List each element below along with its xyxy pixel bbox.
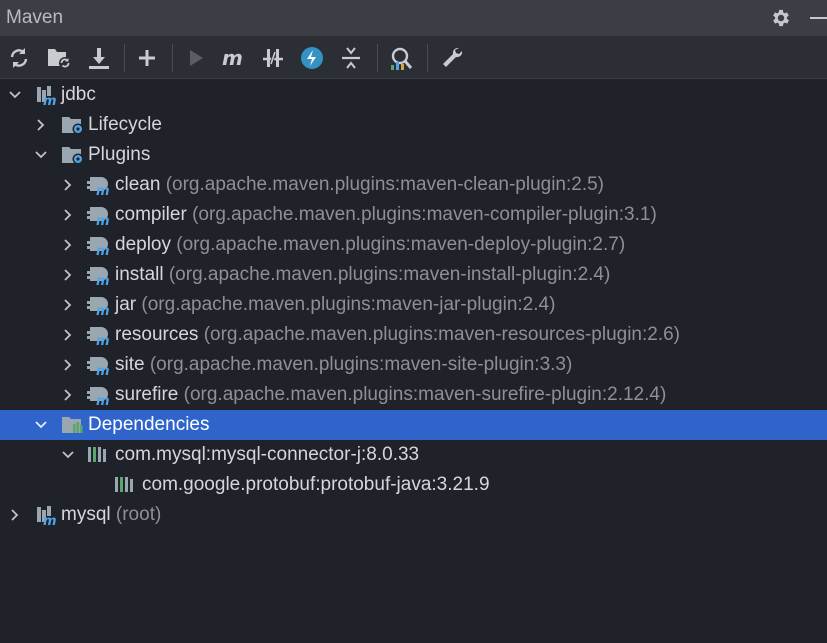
reload-all-icon[interactable] <box>6 45 32 71</box>
project-root-tag: (root) <box>115 504 162 525</box>
minimize-icon[interactable] <box>810 17 827 19</box>
chevron-right-icon[interactable] <box>60 237 76 253</box>
tree-node-project[interactable]: m mysql (root) <box>0 500 827 530</box>
maven-plugin-icon: m <box>87 387 110 406</box>
run-icon[interactable] <box>183 45 209 71</box>
svg-text:m: m <box>222 46 243 70</box>
plugin-name: clean <box>115 174 161 195</box>
toolbar-separator <box>427 44 428 72</box>
tree-node-plugin[interactable]: m site (org.apache.maven.plugins:maven-s… <box>0 350 827 380</box>
tool-window-header: Maven <box>0 0 827 36</box>
chevron-right-icon[interactable] <box>60 387 76 403</box>
chevron-right-icon[interactable] <box>33 117 49 133</box>
dependencies-folder-icon <box>62 417 83 433</box>
plugins-folder-icon <box>62 147 84 165</box>
library-icon <box>115 477 133 492</box>
plugin-coordinates: (org.apache.maven.plugins:maven-resource… <box>203 324 681 345</box>
svg-text:m: m <box>96 334 110 346</box>
svg-text:m: m <box>96 214 110 226</box>
plugin-coordinates: (org.apache.maven.plugins:maven-compiler… <box>192 204 657 225</box>
chevron-right-icon[interactable] <box>60 327 76 343</box>
tree-node-lifecycle[interactable]: Lifecycle <box>0 110 827 140</box>
maven-plugin-icon: m <box>87 357 110 376</box>
tree-node-plugin[interactable]: m surefire (org.apache.maven.plugins:mav… <box>0 380 827 410</box>
chevron-right-icon[interactable] <box>60 357 76 373</box>
tree-node-project[interactable]: m jdbc <box>0 80 827 110</box>
tree-node-plugin[interactable]: m install (org.apache.maven.plugins:mave… <box>0 260 827 290</box>
maven-plugin-icon: m <box>87 177 110 196</box>
maven-project-icon: m <box>37 506 57 526</box>
tree-node-dependency[interactable]: com.google.protobuf:protobuf-java:3.21.9 <box>0 470 827 500</box>
analyze-dependencies-icon[interactable] <box>388 45 414 71</box>
settings-wrench-icon[interactable] <box>439 45 465 71</box>
dependencies-label: Dependencies <box>88 414 210 435</box>
plugin-coordinates: (org.apache.maven.plugins:maven-surefire… <box>183 384 667 405</box>
maven-plugin-icon: m <box>87 297 110 316</box>
chevron-down-icon[interactable] <box>33 147 49 163</box>
tree-node-plugin[interactable]: m compiler (org.apache.maven.plugins:mav… <box>0 200 827 230</box>
plugin-name: deploy <box>115 234 171 255</box>
plugin-name: resources <box>115 324 199 345</box>
plugin-coordinates: (org.apache.maven.plugins:maven-jar-plug… <box>141 294 556 315</box>
plugins-label: Plugins <box>88 144 151 165</box>
toggle-offline-icon[interactable] <box>260 45 286 71</box>
svg-text:m: m <box>96 184 110 196</box>
tree-node-dependencies[interactable]: Dependencies <box>0 410 827 440</box>
plugin-coordinates: (org.apache.maven.plugins:maven-install-… <box>168 264 611 285</box>
chevron-right-icon[interactable] <box>7 507 23 523</box>
reload-project-icon[interactable] <box>46 45 72 71</box>
plugin-name: install <box>115 264 164 285</box>
maven-plugin-icon: m <box>87 207 110 226</box>
maven-plugin-icon: m <box>87 327 110 346</box>
plugin-name: jar <box>115 294 137 315</box>
chevron-down-icon[interactable] <box>60 447 76 463</box>
collapse-all-icon[interactable] <box>338 45 364 71</box>
tool-window-title: Maven <box>6 7 64 28</box>
library-icon <box>88 447 106 462</box>
chevron-down-icon[interactable] <box>33 417 49 433</box>
maven-project-icon: m <box>37 86 57 106</box>
maven-plugin-icon: m <box>87 267 110 286</box>
lifecycle-label: Lifecycle <box>88 114 162 135</box>
svg-text:m: m <box>96 364 110 376</box>
tree-node-plugin[interactable]: m deploy (org.apache.maven.plugins:maven… <box>0 230 827 260</box>
toolbar-separator <box>377 44 378 72</box>
plugin-coordinates: (org.apache.maven.plugins:maven-clean-pl… <box>165 174 605 195</box>
maven-plugin-icon: m <box>87 237 110 256</box>
skip-tests-icon[interactable] <box>299 45 325 71</box>
tree-node-plugins[interactable]: Plugins <box>0 140 827 170</box>
svg-text:m: m <box>96 394 110 406</box>
chevron-down-icon[interactable] <box>7 87 23 103</box>
lifecycle-folder-icon <box>62 117 84 135</box>
toolbar-separator <box>172 44 173 72</box>
chevron-right-icon[interactable] <box>60 207 76 223</box>
plugin-name: compiler <box>115 204 187 225</box>
tree-node-dependency[interactable]: com.mysql:mysql-connector-j:8.0.33 <box>0 440 827 470</box>
download-sources-icon[interactable] <box>86 45 112 71</box>
dependency-coordinates: com.mysql:mysql-connector-j:8.0.33 <box>115 444 420 465</box>
plugin-coordinates: (org.apache.maven.plugins:maven-deploy-p… <box>176 234 626 255</box>
svg-text:m: m <box>96 274 110 286</box>
toolbar-separator <box>124 44 125 72</box>
plugin-coordinates: (org.apache.maven.plugins:maven-site-plu… <box>149 354 573 375</box>
tree-node-plugin[interactable]: m jar (org.apache.maven.plugins:maven-ja… <box>0 290 827 320</box>
chevron-right-icon[interactable] <box>60 297 76 313</box>
add-project-icon[interactable] <box>134 45 160 71</box>
chevron-right-icon[interactable] <box>60 177 76 193</box>
dependency-coordinates: com.google.protobuf:protobuf-java:3.21.9 <box>142 474 490 495</box>
svg-text:m: m <box>43 514 57 526</box>
tree-node-plugin[interactable]: m resources (org.apache.maven.plugins:ma… <box>0 320 827 350</box>
svg-text:m: m <box>43 94 57 106</box>
chevron-right-icon[interactable] <box>60 267 76 283</box>
project-name: mysql <box>61 504 111 525</box>
project-name: jdbc <box>61 84 96 105</box>
svg-text:m: m <box>96 304 110 316</box>
svg-text:m: m <box>96 244 110 256</box>
gear-icon[interactable] <box>770 7 792 29</box>
tree-node-plugin[interactable]: m clean (org.apache.maven.plugins:maven-… <box>0 170 827 200</box>
plugin-name: site <box>115 354 145 375</box>
maven-toolbar: m <box>0 36 827 79</box>
execute-goal-icon[interactable]: m <box>221 45 247 71</box>
plugin-name: surefire <box>115 384 179 405</box>
